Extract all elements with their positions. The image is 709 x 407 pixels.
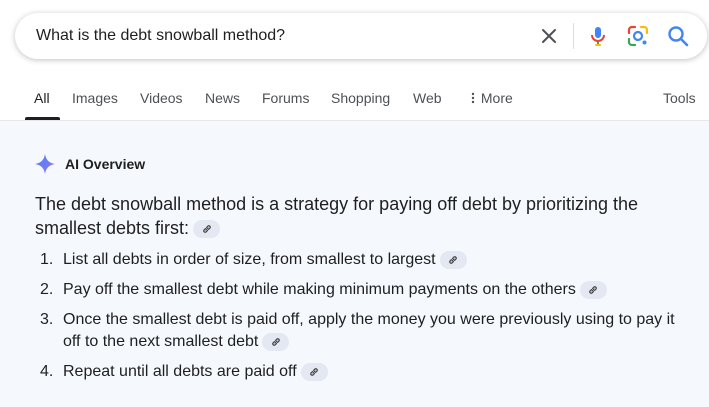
ai-overview-summary: The debt snowball method is a strategy f…	[35, 192, 675, 240]
step-text: Pay off the smallest debt while making m…	[63, 281, 576, 298]
source-link-chip[interactable]	[439, 250, 467, 269]
ai-overview-header: AI Overview	[35, 154, 145, 174]
tab-videos[interactable]: Videos	[140, 90, 183, 106]
tab-images[interactable]: Images	[72, 90, 118, 106]
source-link-chip[interactable]	[579, 280, 607, 299]
magnifier-icon	[668, 26, 689, 47]
source-link-chip[interactable]	[193, 220, 221, 239]
summary-text: The debt snowball method is a strategy f…	[35, 194, 639, 238]
source-link-chip[interactable]	[300, 362, 328, 381]
search-divider	[573, 23, 574, 49]
tab-forums[interactable]: Forums	[262, 90, 309, 106]
tab-shopping[interactable]: Shopping	[331, 90, 390, 106]
search-box	[15, 13, 707, 59]
tab-news[interactable]: News	[205, 90, 240, 106]
ai-overview-panel: AI Overview The debt snowball method is …	[0, 121, 709, 407]
list-item: 2. Pay off the smallest debt while makin…	[35, 279, 675, 301]
microphone-icon	[591, 27, 605, 46]
tab-more-label: More	[480, 90, 513, 106]
image-search-button[interactable]	[626, 24, 650, 48]
link-icon	[310, 367, 318, 376]
list-item: 1. List all debts in order of size, from…	[35, 249, 675, 271]
tab-web[interactable]: Web	[413, 90, 442, 106]
clear-button[interactable]	[537, 24, 561, 48]
search-tabs: All Images Videos News Forums Shopping W…	[0, 82, 709, 120]
link-icon	[589, 285, 598, 294]
close-icon	[542, 29, 556, 43]
step-text: Repeat until all debts are paid off	[63, 363, 297, 380]
vertical-dots-icon	[471, 92, 475, 104]
step-text: List all debts in order of size, from sm…	[63, 251, 436, 268]
tab-more[interactable]: More	[469, 90, 513, 106]
step-number: 3.	[40, 311, 54, 328]
source-link-chip[interactable]	[262, 332, 290, 351]
link-icon	[202, 225, 211, 234]
link-icon	[272, 337, 280, 346]
camera-lens-icon	[627, 25, 649, 47]
ai-overview-title: AI Overview	[65, 156, 146, 172]
list-item: 3. Once the smallest debt is paid off, a…	[35, 309, 675, 353]
search-button[interactable]	[666, 24, 690, 48]
voice-search-button[interactable]	[586, 24, 610, 48]
step-number: 2.	[40, 281, 54, 298]
link-icon	[449, 255, 457, 264]
steps-list: 1. List all debts in order of size, from…	[35, 249, 675, 391]
tools-button[interactable]: Tools	[663, 90, 696, 106]
tab-all[interactable]: All	[34, 90, 50, 106]
list-item: 4. Repeat until all debts are paid off	[35, 361, 675, 383]
search-input[interactable]	[36, 25, 516, 47]
sparkle-icon	[35, 154, 55, 174]
step-number: 1.	[40, 251, 54, 268]
step-number: 4.	[40, 363, 54, 380]
step-text: Once the smallest debt is paid off, appl…	[63, 311, 675, 350]
